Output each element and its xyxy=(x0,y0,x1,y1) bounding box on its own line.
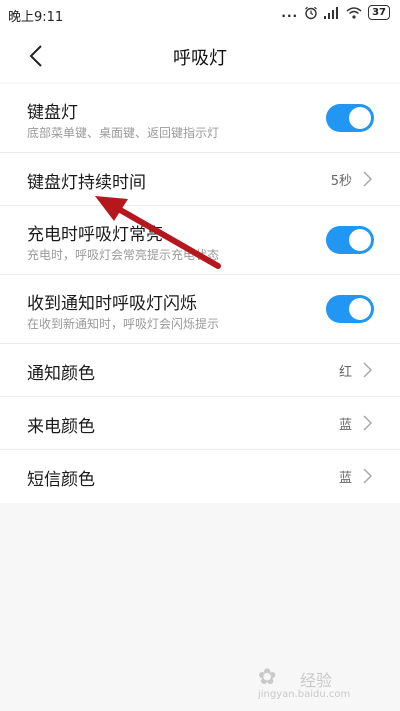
keyboard-light-toggle[interactable] xyxy=(326,104,374,132)
row-subtitle: 充电时，呼吸灯会常亮提示充电状态 xyxy=(27,248,220,262)
watermark-text: 经验 xyxy=(300,671,333,690)
setting-call-color[interactable]: 来电颜色 蓝 xyxy=(0,397,400,450)
chevron-right-icon xyxy=(363,468,373,484)
row-value: 红 xyxy=(338,365,352,380)
signal-icon xyxy=(324,6,339,19)
row-subtitle: 底部菜单键、桌面键、返回键指示灯 xyxy=(27,126,220,140)
setting-keyboard-light-duration[interactable]: 键盘灯持续时间 5秒 xyxy=(0,153,400,206)
chevron-right-icon xyxy=(363,415,373,431)
more-dots-icon: ... xyxy=(281,5,299,20)
setting-charging-breathing-light[interactable]: 充电时呼吸灯常亮 充电时，呼吸灯会常亮提示充电状态 xyxy=(0,206,400,275)
page-title: 呼吸灯 xyxy=(173,48,227,69)
status-time: 晚上9:11 xyxy=(8,10,64,25)
watermark-url: jingyan.baidu.com xyxy=(258,689,351,700)
battery-indicator: 37 xyxy=(368,5,390,20)
setting-notification-color[interactable]: 通知颜色 红 xyxy=(0,344,400,397)
row-title: 来电颜色 xyxy=(27,417,95,437)
empty-background: ✿ 经验 jingyan.baidu.com xyxy=(0,503,400,711)
row-value: 蓝 xyxy=(338,471,352,486)
setting-sms-color[interactable]: 短信颜色 蓝 xyxy=(0,450,400,503)
row-title: 键盘灯持续时间 xyxy=(27,173,146,193)
settings-list: 键盘灯 底部菜单键、桌面键、返回键指示灯 键盘灯持续时间 5秒 充电时呼吸灯常亮… xyxy=(0,84,400,503)
toggle-knob xyxy=(349,229,371,251)
row-title: 键盘灯 xyxy=(27,103,78,123)
wifi-icon xyxy=(346,6,362,19)
row-title: 充电时呼吸灯常亮 xyxy=(27,225,163,245)
chevron-right-icon xyxy=(363,171,373,187)
row-subtitle: 在收到新通知时，呼吸灯会闪烁提示 xyxy=(27,317,220,331)
toggle-knob xyxy=(349,107,371,129)
row-title: 收到通知时呼吸灯闪烁 xyxy=(27,294,197,314)
row-title: 短信颜色 xyxy=(27,470,95,490)
chevron-right-icon xyxy=(363,362,373,378)
notification-blink-toggle[interactable] xyxy=(326,295,374,323)
row-value: 5秒 xyxy=(330,174,352,189)
alarm-icon xyxy=(305,6,317,19)
row-title: 通知颜色 xyxy=(27,364,95,384)
charging-light-toggle[interactable] xyxy=(326,226,374,254)
baidu-paw-icon: ✿ xyxy=(258,665,277,690)
watermark: ✿ 经验 jingyan.baidu.com xyxy=(258,663,388,703)
toggle-knob xyxy=(349,298,371,320)
status-bar: 晚上9:11 ... 37 xyxy=(0,0,400,30)
row-value: 蓝 xyxy=(338,418,352,433)
setting-notification-blink[interactable]: 收到通知时呼吸灯闪烁 在收到新通知时，呼吸灯会闪烁提示 xyxy=(0,275,400,344)
header: 呼吸灯 xyxy=(0,30,400,82)
status-icons: ... 37 xyxy=(281,5,390,20)
setting-keyboard-light[interactable]: 键盘灯 底部菜单键、桌面键、返回键指示灯 xyxy=(0,84,400,153)
